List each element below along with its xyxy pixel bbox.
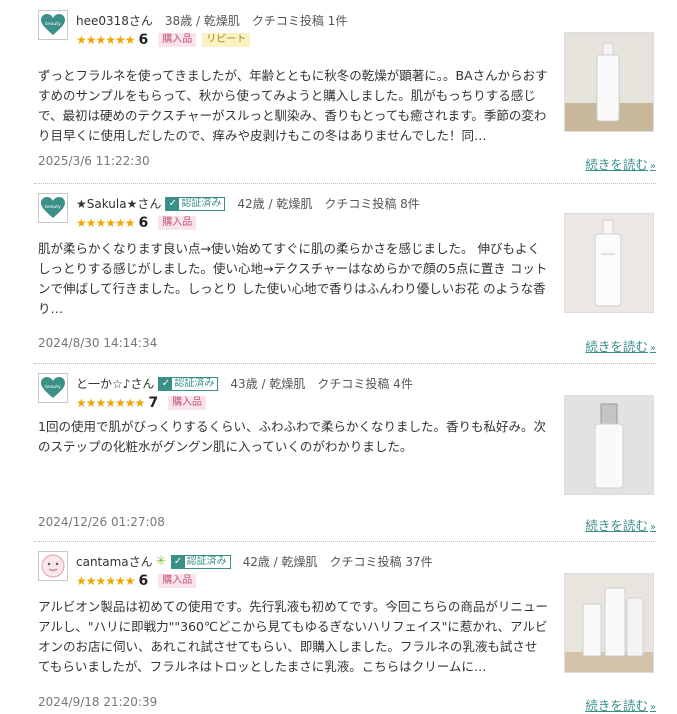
product-photo[interactable] bbox=[564, 213, 654, 313]
chevron-right-icon: » bbox=[649, 161, 656, 172]
read-more-label[interactable]: 続きを読む bbox=[585, 698, 648, 713]
review-item: beauty hee0318さん 38歳 / 乾燥肌 クチコミ投稿 1件 ★★★… bbox=[34, 10, 656, 180]
review-item: beauty と一か☆♪さん ✓ 認証済み 43歳 / 乾燥肌 クチコミ投稿 4… bbox=[34, 373, 656, 538]
product-bottle-image bbox=[565, 396, 653, 494]
check-icon: ✓ bbox=[159, 377, 173, 390]
reviewer-name[interactable]: ★Sakula★さん bbox=[76, 195, 161, 212]
chevron-right-icon: » bbox=[649, 522, 656, 533]
rating-line: ★★★★★★ 6 購入品 bbox=[76, 215, 197, 231]
post-date: 2024/9/18 21:20:39 bbox=[38, 695, 158, 709]
heart-logo-icon: beauty bbox=[41, 14, 65, 35]
avatar[interactable]: beauty bbox=[38, 10, 68, 40]
review-text: アルビオン製品は初めての使用です。先行乳液も初めてです。今回こちらの商品がリニュ… bbox=[38, 599, 548, 674]
svg-text:beauty: beauty bbox=[45, 21, 61, 27]
svg-text:beauty: beauty bbox=[45, 204, 61, 210]
reviewer-meta: 38歳 / 乾燥肌 クチコミ投稿 1件 bbox=[164, 14, 348, 28]
read-more-label[interactable]: 続きを読む bbox=[585, 518, 648, 533]
rating-line: ★★★★★★★ 7 購入品 bbox=[76, 395, 207, 411]
purchased-badge: 購入品 bbox=[158, 33, 197, 47]
read-more-link[interactable]: 続きを読む» bbox=[585, 336, 656, 355]
check-icon: ✓ bbox=[171, 555, 185, 568]
product-bottle-image bbox=[565, 33, 653, 131]
read-more-label[interactable]: 続きを読む bbox=[585, 339, 648, 354]
review-text: ずっとフラルネを使ってきましたが、年齢とともに秋冬の乾燥が顕著に。。BAさんから… bbox=[38, 68, 548, 143]
chevron-right-icon: » bbox=[649, 702, 656, 713]
star-rating: ★★★★★★ bbox=[76, 33, 136, 47]
post-date: 2024/8/30 14:14:34 bbox=[38, 336, 158, 350]
post-date: 2025/3/6 11:22:30 bbox=[38, 154, 150, 168]
post-date: 2024/12/26 01:27:08 bbox=[38, 515, 165, 529]
face-avatar-icon bbox=[41, 554, 65, 578]
product-photo[interactable] bbox=[564, 32, 654, 132]
review-item: beauty ★Sakula★さん ✓ 認証済み 42歳 / 乾燥肌 クチコミ投… bbox=[34, 193, 656, 355]
check-icon: ✓ bbox=[166, 197, 180, 210]
product-bottle-image bbox=[565, 574, 653, 672]
verified-label: 認証済み bbox=[186, 555, 227, 567]
star-rating: ★★★★★★ bbox=[76, 574, 136, 588]
rating-line: ★★★★★★ 6 購入品 bbox=[76, 573, 197, 589]
verified-label: 認証済み bbox=[181, 197, 222, 209]
divider bbox=[34, 183, 656, 184]
user-line: cantamaさん ✳ ✓ 認証済み 42歳 / 乾燥肌 クチコミ投稿 37件 bbox=[76, 553, 433, 570]
svg-text:beauty: beauty bbox=[45, 384, 61, 390]
chevron-right-icon: » bbox=[649, 343, 656, 354]
rating-line: ★★★★★★ 6 購入品 リピート bbox=[76, 32, 251, 48]
review-text: 肌が柔らかくなります良い点→使い始めてすぐに肌の柔らかさを感じました。 伸びもよ… bbox=[38, 241, 548, 316]
reviewer-name[interactable]: と一か☆♪さん bbox=[76, 375, 154, 392]
reviewer-meta: 43歳 / 乾燥肌 クチコミ投稿 4件 bbox=[230, 377, 413, 391]
rating-score: 6 bbox=[138, 32, 149, 48]
reviewer-name[interactable]: hee0318さん bbox=[76, 12, 153, 29]
review-item: cantamaさん ✳ ✓ 認証済み 42歳 / 乾燥肌 クチコミ投稿 37件 … bbox=[34, 551, 656, 713]
product-photo[interactable] bbox=[564, 395, 654, 495]
read-more-link[interactable]: 続きを読む» bbox=[585, 515, 656, 534]
divider bbox=[34, 363, 656, 364]
reviewer-meta: 42歳 / 乾燥肌 クチコミ投稿 37件 bbox=[242, 555, 433, 569]
read-more-link[interactable]: 続きを読む» bbox=[585, 154, 656, 173]
heart-logo-icon: beauty bbox=[41, 377, 65, 398]
verified-badge: ✓ 認証済み bbox=[158, 376, 219, 391]
reviewer-name[interactable]: cantamaさん bbox=[76, 553, 153, 570]
read-more-link[interactable]: 続きを読む» bbox=[585, 695, 656, 714]
rating-score: 6 bbox=[138, 215, 149, 231]
rating-score: 6 bbox=[138, 573, 149, 589]
avatar[interactable]: beauty bbox=[38, 373, 68, 403]
reviewer-meta: 42歳 / 乾燥肌 クチコミ投稿 8件 bbox=[237, 197, 420, 211]
user-line: ★Sakula★さん ✓ 認証済み 42歳 / 乾燥肌 クチコミ投稿 8件 bbox=[76, 195, 420, 212]
sparkle-icon: ✳ bbox=[155, 554, 167, 569]
verified-badge: ✓ 認証済み bbox=[165, 196, 226, 211]
star-rating: ★★★★★★ bbox=[76, 216, 136, 230]
purchased-badge: 購入品 bbox=[158, 216, 197, 230]
repeat-badge: リピート bbox=[202, 33, 251, 47]
product-bottle-image bbox=[565, 214, 653, 312]
verified-badge: ✓ 認証済み bbox=[170, 554, 231, 569]
verified-label: 認証済み bbox=[174, 377, 215, 389]
purchased-badge: 購入品 bbox=[158, 574, 197, 588]
user-line: と一か☆♪さん ✓ 認証済み 43歳 / 乾燥肌 クチコミ投稿 4件 bbox=[76, 375, 413, 392]
review-text: 1回の使用で肌がびっくりするくらい、ふわふわで柔らかくなりました。香りも私好み。… bbox=[38, 419, 546, 454]
star-rating: ★★★★★★★ bbox=[76, 396, 145, 410]
heart-logo-icon: beauty bbox=[41, 197, 65, 218]
divider bbox=[34, 541, 656, 542]
rating-score: 7 bbox=[148, 395, 159, 411]
avatar[interactable]: beauty bbox=[38, 193, 68, 223]
user-line: hee0318さん 38歳 / 乾燥肌 クチコミ投稿 1件 bbox=[76, 12, 347, 29]
purchased-badge: 購入品 bbox=[168, 396, 207, 410]
product-photo[interactable] bbox=[564, 573, 654, 673]
avatar[interactable] bbox=[38, 551, 68, 581]
read-more-label[interactable]: 続きを読む bbox=[585, 157, 648, 172]
